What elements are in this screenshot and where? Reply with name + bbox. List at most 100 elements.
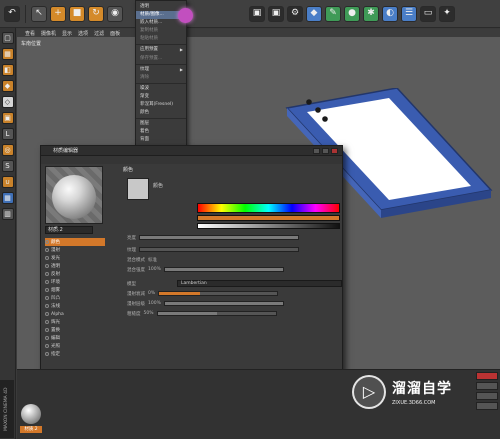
lock-icon[interactable]: ▥: [1, 208, 14, 220]
maximize-icon[interactable]: [322, 148, 329, 154]
magnet-icon[interactable]: ∪: [1, 176, 14, 188]
channel-toggle-icon[interactable]: [45, 272, 49, 276]
channel-item[interactable]: 漫射: [45, 246, 105, 254]
menu-item[interactable]: 着色: [136, 128, 186, 136]
vp-menu-panel[interactable]: 面板: [110, 30, 120, 37]
tweak-icon[interactable]: ◎: [1, 144, 14, 156]
light-icon[interactable]: ✦: [439, 5, 455, 22]
menu-item[interactable]: 嵌入材质...: [136, 19, 186, 27]
menu-item[interactable]: 渐变: [136, 93, 186, 101]
menu-item[interactable]: 清除: [136, 74, 186, 82]
roughness-value[interactable]: 50%: [144, 311, 154, 316]
render-icon[interactable]: ▣: [249, 5, 265, 22]
menu-item[interactable]: 纹理 ▶: [136, 66, 186, 74]
polygons-mode-icon[interactable]: ▣: [1, 112, 14, 124]
channel-item[interactable]: 透明: [45, 262, 105, 270]
diffuse-level-value[interactable]: 100%: [148, 301, 161, 306]
snap-icon[interactable]: S: [1, 160, 14, 172]
menu-item[interactable]: 应用预置 ▶: [136, 46, 186, 54]
keyframe-icon[interactable]: [476, 392, 498, 400]
menu-item[interactable]: 透明: [136, 3, 186, 11]
material-thumbnail[interactable]: [21, 404, 41, 424]
channel-item[interactable]: 法线: [45, 302, 105, 310]
mix-strength-slider[interactable]: [163, 267, 284, 272]
channel-item[interactable]: 置换: [45, 326, 105, 334]
diffuse-falloff-slider[interactable]: [158, 291, 279, 296]
camera-icon[interactable]: ▭: [420, 5, 436, 22]
axis-icon[interactable]: L: [1, 128, 14, 140]
material-thumbnail-label[interactable]: 材质.2: [20, 426, 42, 433]
undo-icon[interactable]: ↶: [4, 5, 20, 22]
menu-item[interactable]: 复制材质: [136, 27, 186, 35]
edges-mode-icon[interactable]: ◇: [1, 96, 14, 108]
channel-toggle-icon[interactable]: [45, 352, 49, 356]
render-settings-icon[interactable]: ⚙: [287, 5, 303, 22]
channel-item[interactable]: 发光: [45, 254, 105, 262]
channel-toggle-icon[interactable]: [45, 312, 49, 316]
channel-toggle-icon[interactable]: [45, 304, 49, 308]
vp-menu-options[interactable]: 选项: [78, 30, 88, 37]
channel-item[interactable]: 编辑: [45, 334, 105, 342]
channel-item[interactable]: 光照: [45, 342, 105, 350]
cube-icon[interactable]: ◆: [306, 5, 322, 22]
channel-item[interactable]: Alpha: [45, 310, 105, 318]
mix-strength-value[interactable]: 100%: [148, 267, 161, 272]
menu-item[interactable]: 背面: [136, 136, 186, 144]
menu-item[interactable]: 粘贴材质: [136, 35, 186, 43]
deformer-icon[interactable]: ◐: [382, 5, 398, 22]
render-view-icon[interactable]: ▣: [268, 5, 284, 22]
channel-toggle-icon[interactable]: [45, 280, 49, 284]
brightness-slider[interactable]: [139, 235, 299, 240]
timeline-icon[interactable]: [476, 382, 498, 390]
minimize-icon[interactable]: [313, 148, 320, 154]
texture-icon[interactable]: ▦: [1, 48, 14, 60]
channel-toggle-icon[interactable]: [45, 328, 49, 332]
color-spectrum[interactable]: [197, 203, 340, 213]
pen-icon[interactable]: ✎: [325, 5, 341, 22]
channel-toggle-icon[interactable]: [45, 336, 49, 340]
model-dropdown[interactable]: Lambertian: [177, 280, 342, 287]
menu-item[interactable]: 颜色: [136, 109, 186, 117]
channel-toggle-icon[interactable]: [45, 256, 49, 260]
rotate-icon[interactable]: ↻: [88, 5, 104, 22]
channel-toggle-icon[interactable]: [45, 288, 49, 292]
menu-item[interactable]: 保存预置...: [136, 55, 186, 63]
record-icon[interactable]: [476, 372, 498, 380]
color-hue-bar[interactable]: [197, 215, 340, 221]
channel-toggle-icon[interactable]: [45, 240, 49, 244]
channel-item[interactable]: 反射: [45, 270, 105, 278]
mix-mode-value[interactable]: 标准: [148, 257, 157, 263]
channel-item[interactable]: 颜色: [45, 238, 105, 246]
make-editable-icon[interactable]: ▢: [1, 32, 14, 44]
color-value-bar[interactable]: [197, 223, 340, 229]
material-preview[interactable]: [45, 166, 103, 224]
channel-toggle-icon[interactable]: [45, 344, 49, 348]
diffuse-falloff-value[interactable]: 0%: [148, 291, 155, 296]
move-plus-icon[interactable]: +: [50, 5, 66, 22]
channel-toggle-icon[interactable]: [45, 264, 49, 268]
channel-item[interactable]: 辉光: [45, 318, 105, 326]
select-arrow-icon[interactable]: ↖: [31, 5, 47, 22]
array-icon[interactable]: ✱: [363, 5, 379, 22]
nurbs-icon[interactable]: ●: [344, 5, 360, 22]
object-icon[interactable]: ◉: [107, 5, 123, 22]
texture-slot[interactable]: [139, 247, 299, 252]
vp-menu-display[interactable]: 显示: [62, 30, 72, 37]
channel-item[interactable]: 烟雾: [45, 286, 105, 294]
vp-menu-camera[interactable]: 摄像机: [41, 30, 56, 37]
vp-menu-filter[interactable]: 过滤: [94, 30, 104, 37]
material-name-field[interactable]: 材质.2: [45, 226, 93, 234]
diffuse-level-slider[interactable]: [163, 301, 284, 306]
grid-icon[interactable]: ▦: [1, 192, 14, 204]
channel-toggle-icon[interactable]: [45, 248, 49, 252]
color-swatch[interactable]: [127, 178, 149, 200]
model-mode-icon[interactable]: ◧: [1, 64, 14, 76]
menu-item[interactable]: 图层: [136, 120, 186, 128]
channel-item[interactable]: 指定: [45, 350, 105, 358]
points-mode-icon[interactable]: ◆: [1, 80, 14, 92]
playback-icon[interactable]: [476, 402, 498, 410]
channel-toggle-icon[interactable]: [45, 320, 49, 324]
channel-toggle-icon[interactable]: [45, 296, 49, 300]
close-icon[interactable]: [331, 148, 338, 154]
roughness-slider[interactable]: [156, 311, 277, 316]
